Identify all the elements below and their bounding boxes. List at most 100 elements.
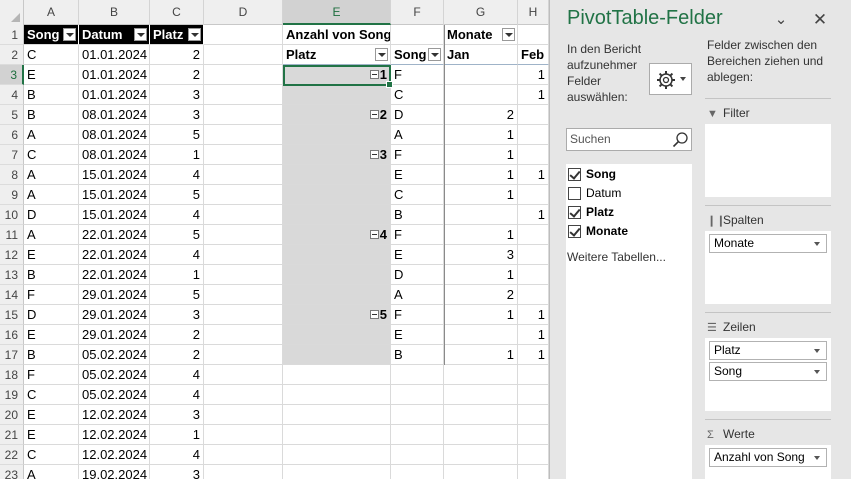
cell[interactable] <box>204 165 283 185</box>
table-cell-song[interactable]: E <box>24 325 79 345</box>
column-header-g[interactable]: G <box>444 0 518 25</box>
pivot-jan-value[interactable]: 2 <box>444 285 518 305</box>
cell[interactable] <box>518 25 549 45</box>
pivot-platz-group[interactable]: 1 <box>283 65 391 85</box>
row-header[interactable]: 3 <box>0 65 24 85</box>
row-header[interactable]: 13 <box>0 265 24 285</box>
pivot-platz-group[interactable] <box>283 245 391 265</box>
table-cell-platz[interactable]: 4 <box>150 205 204 225</box>
table-cell-platz[interactable]: 2 <box>150 45 204 65</box>
cell[interactable] <box>444 425 518 445</box>
table-cell-song[interactable]: A <box>24 225 79 245</box>
pivot-platz-group[interactable] <box>283 125 391 145</box>
filter-drop-area[interactable] <box>705 124 831 197</box>
cell[interactable] <box>204 65 283 85</box>
table-cell-song[interactable]: B <box>24 105 79 125</box>
table-cell-datum[interactable]: 15.01.2024 <box>79 205 150 225</box>
collapse-icon[interactable] <box>369 310 379 320</box>
table-cell-datum[interactable]: 05.02.2024 <box>79 345 150 365</box>
table-cell-song[interactable]: A <box>24 125 79 145</box>
filter-dropdown-icon[interactable] <box>134 28 147 41</box>
table-cell-datum[interactable]: 08.01.2024 <box>79 145 150 165</box>
table-cell-datum[interactable]: 29.01.2024 <box>79 305 150 325</box>
table-cell-datum[interactable]: 15.01.2024 <box>79 165 150 185</box>
table-cell-datum[interactable]: 15.01.2024 <box>79 185 150 205</box>
pivot-song-cell[interactable]: E <box>391 325 444 345</box>
table-cell-platz[interactable]: 3 <box>150 105 204 125</box>
rows-field-song[interactable]: Song <box>709 362 827 381</box>
pivot-value-header[interactable]: Anzahl von Song <box>283 25 391 45</box>
row-header[interactable]: 7 <box>0 145 24 165</box>
pivot-feb-value[interactable] <box>518 225 549 245</box>
table-cell-platz[interactable]: 1 <box>150 145 204 165</box>
columns-field-monate[interactable]: Monate <box>709 234 827 253</box>
cell[interactable] <box>518 425 549 445</box>
cell[interactable] <box>204 405 283 425</box>
table-cell-song[interactable]: F <box>24 285 79 305</box>
pivot-song-cell[interactable]: E <box>391 245 444 265</box>
table-cell-datum[interactable]: 22.01.2024 <box>79 245 150 265</box>
spreadsheet-grid[interactable]: A B C D E F G H 1 Song Datum Platz Anzahl vo… <box>0 0 549 479</box>
cell[interactable] <box>204 465 283 479</box>
table-cell-song[interactable]: E <box>24 245 79 265</box>
pivot-song-cell[interactable]: F <box>391 225 444 245</box>
pivot-song-cell[interactable]: D <box>391 105 444 125</box>
field-checkbox-song[interactable] <box>568 168 581 181</box>
table-cell-platz[interactable]: 5 <box>150 285 204 305</box>
column-header-b[interactable]: B <box>79 0 150 25</box>
dropdown-icon[interactable]: ⌄ <box>771 10 791 30</box>
pivot-jan-value[interactable]: 1 <box>444 185 518 205</box>
row-header[interactable]: 2 <box>0 45 24 65</box>
pivot-song-cell[interactable]: C <box>391 85 444 105</box>
cell[interactable] <box>204 305 283 325</box>
pivot-feb-value[interactable] <box>518 145 549 165</box>
pivot-feb-value[interactable] <box>518 285 549 305</box>
row-header[interactable]: 1 <box>0 25 24 45</box>
pivot-columns-header[interactable]: Monate <box>444 25 518 45</box>
pivot-song-cell[interactable]: F <box>391 305 444 325</box>
field-checkbox-monate[interactable] <box>568 225 581 238</box>
cell[interactable] <box>204 345 283 365</box>
filter-dropdown-icon[interactable] <box>188 28 201 41</box>
cell[interactable] <box>283 405 391 425</box>
pivot-feb-value[interactable]: 1 <box>518 325 549 345</box>
cell[interactable] <box>283 465 391 479</box>
cell[interactable] <box>391 405 444 425</box>
close-icon[interactable]: ✕ <box>810 10 830 30</box>
table-cell-datum[interactable]: 08.01.2024 <box>79 125 150 145</box>
pivot-song-cell[interactable]: A <box>391 125 444 145</box>
table-cell-platz[interactable]: 2 <box>150 65 204 85</box>
table-header-platz[interactable]: Platz <box>150 25 204 45</box>
pivot-song-cell[interactable]: B <box>391 345 444 365</box>
cell[interactable] <box>204 265 283 285</box>
row-header[interactable]: 12 <box>0 245 24 265</box>
table-cell-song[interactable]: F <box>24 365 79 385</box>
pivot-jan-value[interactable]: 2 <box>444 105 518 125</box>
row-header[interactable]: 18 <box>0 365 24 385</box>
table-cell-song[interactable]: D <box>24 305 79 325</box>
table-cell-datum[interactable]: 08.01.2024 <box>79 105 150 125</box>
table-cell-platz[interactable]: 2 <box>150 345 204 365</box>
table-cell-datum[interactable]: 12.02.2024 <box>79 425 150 445</box>
cell[interactable] <box>204 365 283 385</box>
field-checkbox-datum[interactable] <box>568 187 581 200</box>
pivot-jan-value[interactable] <box>444 325 518 345</box>
pivot-feb-value[interactable] <box>518 185 549 205</box>
cell[interactable] <box>204 425 283 445</box>
pivot-feb-value[interactable] <box>518 245 549 265</box>
table-cell-song[interactable]: B <box>24 345 79 365</box>
field-search-input[interactable]: Suchen <box>566 128 692 151</box>
cell[interactable] <box>444 445 518 465</box>
cell[interactable] <box>204 385 283 405</box>
cell[interactable] <box>283 365 391 385</box>
pivot-song-cell[interactable]: F <box>391 145 444 165</box>
cell[interactable] <box>204 285 283 305</box>
table-cell-song[interactable]: C <box>24 145 79 165</box>
row-header[interactable]: 14 <box>0 285 24 305</box>
pivot-song-cell[interactable]: B <box>391 205 444 225</box>
column-header-f[interactable]: F <box>391 0 444 25</box>
pivot-row-header-platz[interactable]: Platz <box>283 45 391 65</box>
row-header[interactable]: 6 <box>0 125 24 145</box>
row-header[interactable]: 17 <box>0 345 24 365</box>
pivot-jan-value[interactable]: 3 <box>444 245 518 265</box>
